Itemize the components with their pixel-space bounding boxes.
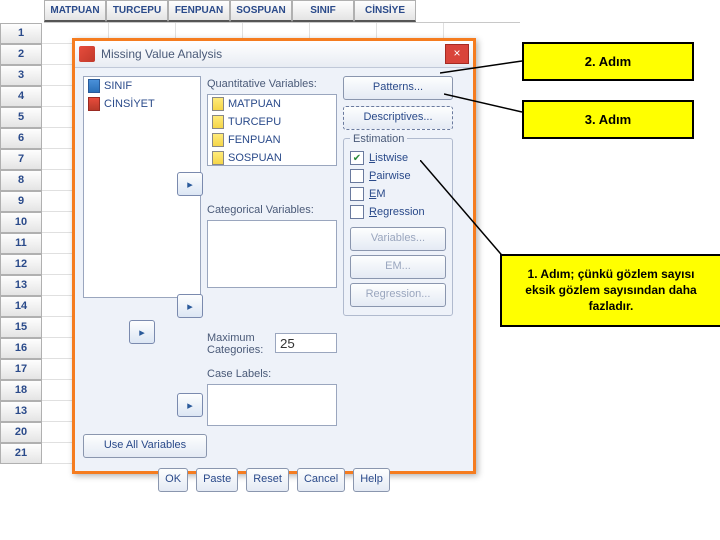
column-header[interactable]: SINIF (292, 0, 354, 22)
row-header[interactable]: 12 (0, 254, 42, 275)
row-header[interactable]: 3 (0, 65, 42, 86)
checkbox-listwise[interactable]: ✔ Listwise (350, 149, 446, 167)
checkbox-icon (350, 205, 364, 219)
estimation-group: Estimation ✔ListwisePairwiseEMRegression… (343, 138, 453, 316)
use-all-variables-button[interactable]: Use All Variables (83, 434, 207, 458)
list-item-label: MATPUAN (228, 98, 281, 110)
paste-button[interactable]: Paste (196, 468, 238, 492)
checkbox-em[interactable]: EM (350, 185, 446, 203)
cancel-button[interactable]: Cancel (297, 468, 345, 492)
row-header[interactable]: 1 (0, 23, 42, 44)
checkbox-icon: ✔ (350, 151, 364, 165)
ok-button[interactable]: OK (158, 468, 188, 492)
checkbox-icon (350, 187, 364, 201)
row-header[interactable]: 8 (0, 170, 42, 191)
row-header[interactable]: 18 (0, 380, 42, 401)
quantitative-list[interactable]: MATPUAN TURCEPU FENPUAN SOSPUAN (207, 94, 337, 166)
column-header[interactable]: SOSPUAN (230, 0, 292, 22)
row-header[interactable]: 14 (0, 296, 42, 317)
list-item[interactable]: MATPUAN (208, 95, 336, 113)
move-caselabel-button[interactable]: ▸ (177, 393, 203, 417)
descriptives-button[interactable]: Descriptives... (343, 106, 453, 130)
row-header[interactable]: 13 (0, 401, 42, 422)
app-icon (79, 46, 95, 62)
dialog-title: Missing Value Analysis (101, 47, 445, 61)
list-item[interactable]: TURCEPU (208, 113, 336, 131)
estimation-legend: Estimation (350, 133, 407, 145)
row-header[interactable]: 7 (0, 149, 42, 170)
list-item-label: SOSPUAN (228, 152, 282, 164)
checkbox-label: Regression (369, 206, 425, 218)
row-header[interactable]: 6 (0, 128, 42, 149)
variable-icon (88, 79, 100, 93)
checkbox-pairwise[interactable]: Pairwise (350, 167, 446, 185)
move-cat-button[interactable]: ▸ (177, 294, 203, 318)
scale-icon (212, 115, 224, 129)
list-item-label: SINIF (104, 80, 132, 92)
list-item[interactable]: CİNSİYET (84, 95, 200, 113)
maxcat-label: Maximum Categories: (207, 332, 271, 356)
dialog-footer: OK Paste Reset Cancel Help (75, 462, 473, 498)
scale-icon (212, 97, 224, 111)
checkbox-regression[interactable]: Regression (350, 203, 446, 221)
quantitative-label: Quantitative Variables: (207, 78, 337, 90)
list-item[interactable]: SINIF (84, 77, 200, 95)
checkbox-label: EM (369, 188, 386, 200)
categorical-list[interactable] (207, 220, 337, 288)
column-header[interactable]: MATPUAN (44, 0, 106, 22)
variables-button: Variables... (350, 227, 446, 251)
row-header[interactable]: 16 (0, 338, 42, 359)
regression-button: Regression... (350, 283, 446, 307)
list-item[interactable]: SOSPUAN (208, 149, 336, 166)
dialog-titlebar: Missing Value Analysis × (75, 41, 473, 68)
checkbox-label: Listwise (369, 152, 408, 164)
column-header[interactable]: FENPUAN (168, 0, 230, 22)
list-item-label: CİNSİYET (104, 98, 155, 110)
missing-value-dialog: Missing Value Analysis × SINIF CİNSİYET ▸… (72, 38, 476, 474)
categorical-label: Categorical Variables: (207, 204, 337, 216)
row-header[interactable]: 9 (0, 191, 42, 212)
row-header[interactable]: 17 (0, 359, 42, 380)
patterns-button[interactable]: Patterns... (343, 76, 453, 100)
column-header[interactable]: CİNSİYE (354, 0, 416, 22)
move-quant-button[interactable]: ▸ (177, 172, 203, 196)
move-right-button[interactable]: ▸ (129, 320, 155, 344)
checkbox-icon (350, 169, 364, 183)
help-button[interactable]: Help (353, 468, 390, 492)
annotation-step2: 2. Adım (522, 42, 694, 81)
row-header[interactable]: 11 (0, 233, 42, 254)
variable-icon (88, 97, 100, 111)
row-header[interactable]: 15 (0, 317, 42, 338)
row-header[interactable]: 10 (0, 212, 42, 233)
row-header[interactable]: 5 (0, 107, 42, 128)
checkbox-label: Pairwise (369, 170, 411, 182)
list-item-label: TURCEPU (228, 116, 281, 128)
row-header[interactable]: 20 (0, 422, 42, 443)
scale-icon (212, 151, 224, 165)
row-header[interactable]: 13 (0, 275, 42, 296)
annotation-step3: 3. Adım (522, 100, 694, 139)
caselabels-label: Case Labels: (207, 368, 337, 380)
list-item-label: FENPUAN (228, 134, 281, 146)
annotation-step1: 1. Adım; çünkü gözlem sayısı eksik gözle… (500, 254, 720, 327)
row-header[interactable]: 21 (0, 443, 42, 464)
reset-button[interactable]: Reset (246, 468, 289, 492)
column-header[interactable]: TURCEPU (106, 0, 168, 22)
scale-icon (212, 133, 224, 147)
row-header[interactable]: 2 (0, 44, 42, 65)
em-button: EM... (350, 255, 446, 279)
max-categories-input[interactable] (275, 333, 337, 353)
close-icon[interactable]: × (445, 44, 469, 64)
row-header[interactable]: 4 (0, 86, 42, 107)
column-headers: MATPUANTURCEPUFENPUANSOSPUANSINIFCİNSİYE (44, 0, 520, 23)
list-item[interactable]: FENPUAN (208, 131, 336, 149)
caselabels-list[interactable] (207, 384, 337, 426)
